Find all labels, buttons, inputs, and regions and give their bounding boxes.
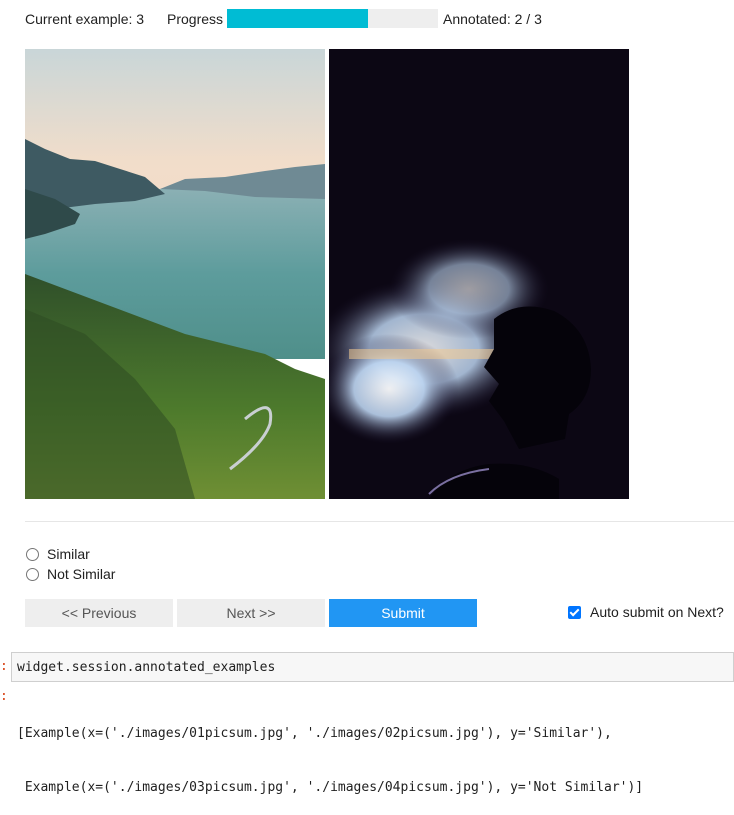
option-similar[interactable]: Similar <box>26 545 90 563</box>
output-line: Example(x=('./images/03picsum.jpg', './i… <box>17 780 644 795</box>
landscape-image <box>25 49 325 499</box>
example-image-right <box>329 49 629 499</box>
radio-similar[interactable] <box>26 547 39 561</box>
radio-not-similar[interactable] <box>26 567 39 581</box>
progress-label: Progress <box>167 11 224 27</box>
option-not-similar[interactable]: Not Similar <box>26 565 115 583</box>
option-similar-label: Similar <box>47 546 90 562</box>
input-prompt: : <box>0 659 8 674</box>
current-example-label: Current example: 3 <box>25 11 145 27</box>
code-cell-input[interactable]: widget.session.annotated_examples <box>11 652 734 682</box>
auto-submit-checkbox[interactable] <box>568 605 581 619</box>
example-image-left <box>25 49 325 499</box>
output-prompt: : <box>0 689 8 704</box>
progress-bar <box>227 9 438 28</box>
code-cell-output: [Example(x=('./images/01picsum.jpg', './… <box>17 689 643 815</box>
submit-button[interactable]: Submit <box>329 599 477 627</box>
progress-bar-fill <box>227 9 369 28</box>
output-line: [Example(x=('./images/01picsum.jpg', './… <box>17 726 612 741</box>
auto-submit-toggle[interactable]: Auto submit on Next? <box>568 603 724 621</box>
option-not-similar-label: Not Similar <box>47 566 116 582</box>
previous-button[interactable]: << Previous <box>25 599 173 627</box>
auto-submit-label: Auto submit on Next? <box>590 604 724 620</box>
annotated-count: Annotated: 2 / 3 <box>443 11 542 27</box>
next-button[interactable]: Next >> <box>177 599 325 627</box>
smoke-portrait-image <box>329 49 629 499</box>
code-text: widget.session.annotated_examples <box>17 659 276 675</box>
divider <box>25 521 734 522</box>
